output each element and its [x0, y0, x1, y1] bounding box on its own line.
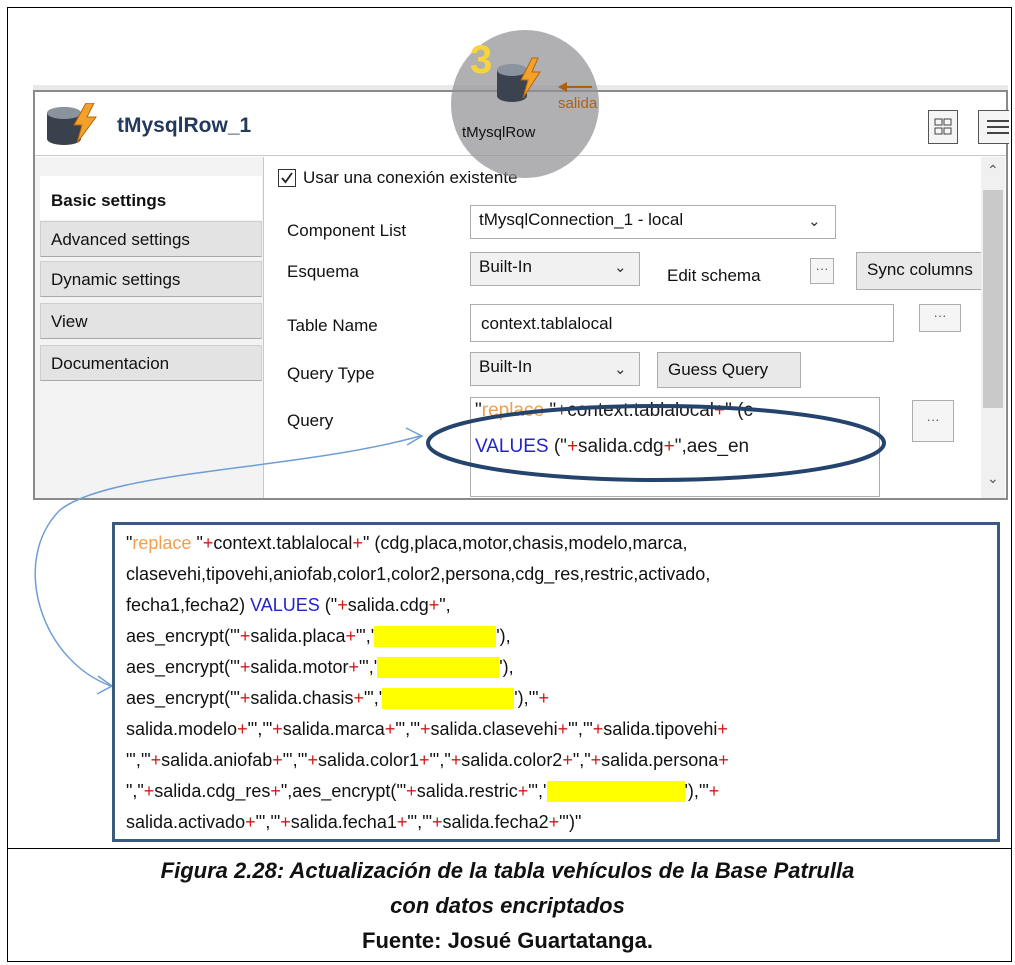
code-line: aes_encrypt('"+salida.placa+"',' '),: [126, 626, 511, 647]
code-line: ","+salida.cdg_res+",aes_encrypt('"+sali…: [126, 781, 720, 802]
caption-title: Figura 2.28: Actualización de la tabla v…: [160, 858, 855, 883]
scroll-up-icon[interactable]: ⌃: [987, 162, 999, 179]
tab-documentacion[interactable]: Documentacion: [40, 345, 262, 381]
scroll-down-icon[interactable]: ⌄: [987, 470, 999, 487]
code-line: aes_encrypt('"+salida.motor+"',' '),: [126, 657, 514, 678]
tab-advanced-settings[interactable]: Advanced settings: [40, 221, 262, 257]
edit-schema-label: Edit schema: [667, 266, 761, 285]
code-line: salida.modelo+"','"+salida.marca+"','"+s…: [126, 719, 728, 739]
guess-query-label: Guess Query: [668, 360, 769, 379]
schema-label: Esquema: [287, 262, 359, 281]
component-title: tMysqlRow_1: [117, 114, 252, 137]
table-name-input[interactable]: context.tablalocal: [470, 304, 894, 342]
code-line: salida.activado+"','"+salida.fecha1+"','…: [126, 812, 582, 832]
table-name-value: context.tablalocal: [481, 314, 613, 333]
query-type-label: Query Type: [287, 364, 375, 383]
component-label: tMysqlRow: [462, 124, 536, 141]
chevron-down-icon: ⌄: [614, 259, 627, 276]
caption-source: Fuente: Josué Guartatanga.: [362, 928, 653, 953]
edit-schema-button[interactable]: ···: [810, 258, 834, 284]
layout-grid-icon[interactable]: [928, 110, 958, 144]
use-existing-connection-checkbox[interactable]: [278, 169, 296, 187]
code-line: "replace "+context.tablalocal+" (cdg,pla…: [126, 533, 688, 553]
chevron-down-icon: ⌄: [808, 213, 821, 230]
redacted-key: [382, 688, 515, 709]
caption-title-line2: con datos encriptados: [390, 893, 625, 918]
redacted-key: [377, 657, 500, 678]
query-editor-button[interactable]: ···: [912, 400, 954, 442]
link-label: salida: [558, 95, 598, 112]
mysql-row-icon: [497, 57, 541, 102]
code-line: fecha1,fecha2) VALUES ("+salida.cdg+",: [126, 595, 451, 615]
mysql-component-icon: [47, 103, 97, 145]
component-list-select[interactable]: tMysqlConnection_1 - local: [470, 205, 836, 239]
link-arrow-icon: [558, 82, 592, 92]
use-existing-connection-label: Usar una conexión existente: [303, 168, 518, 187]
query-type-value: Built-In: [479, 357, 532, 376]
code-line: "','"+salida.aniofab+"','"+salida.color1…: [126, 750, 729, 770]
tab-dynamic-settings[interactable]: Dynamic settings: [40, 261, 262, 297]
caption-divider: [7, 848, 1012, 849]
sync-columns-label: Sync columns: [867, 260, 973, 279]
query-highlight-ellipse: [426, 404, 886, 482]
guess-query-button[interactable]: Guess Query: [657, 352, 801, 388]
sync-columns-button[interactable]: Sync columns: [856, 252, 988, 290]
table-name-browse-button[interactable]: ···: [919, 304, 961, 332]
schema-value: Built-In: [479, 257, 532, 276]
component-list-label: Component List: [287, 221, 407, 240]
code-line: clasevehi,tipovehi,aniofab,color1,color2…: [126, 564, 711, 584]
code-line: aes_encrypt('"+salida.chasis+"',' '),'"+: [126, 688, 550, 709]
component-list-value: tMysqlConnection_1 - local: [479, 210, 684, 229]
redacted-key: [374, 626, 497, 647]
tab-basic-settings[interactable]: Basic settings: [40, 176, 262, 220]
query-label: Query: [287, 411, 334, 430]
layout-list-icon[interactable]: [978, 110, 1009, 144]
redacted-key: [546, 781, 685, 802]
chevron-down-icon: ⌄: [614, 361, 627, 378]
tab-view[interactable]: View: [40, 303, 262, 339]
scrollbar-thumb[interactable]: [983, 190, 1003, 408]
table-name-label: Table Name: [287, 316, 378, 335]
step-number: 3: [470, 38, 493, 82]
